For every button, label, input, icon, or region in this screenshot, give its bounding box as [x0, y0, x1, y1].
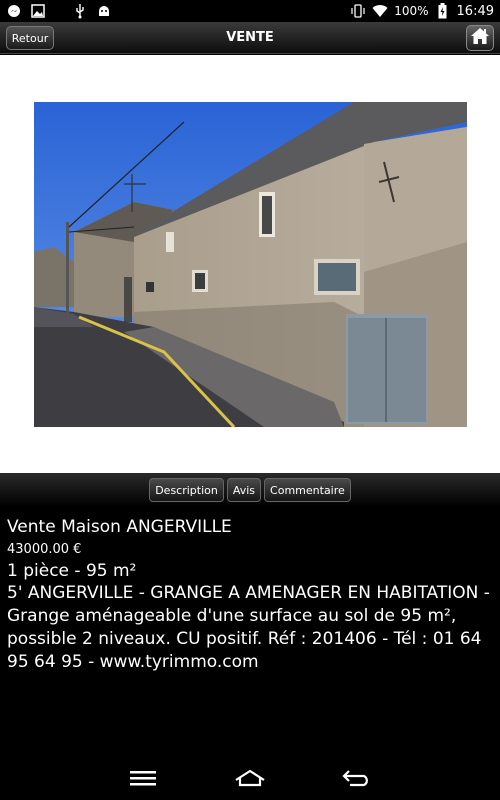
back-button[interactable]: Retour: [6, 26, 54, 50]
usb-icon: [72, 3, 88, 19]
battery-icon: [435, 3, 451, 19]
battery-percentage: 100%: [394, 4, 429, 18]
tab-avis[interactable]: Avis: [226, 478, 262, 502]
home-icon: [470, 27, 490, 49]
wifi-icon: [372, 3, 388, 19]
menu-icon: [130, 770, 157, 790]
back-arrow-icon: [342, 769, 372, 791]
listing-title: Vente Maison ANGERVILLE: [7, 517, 232, 537]
tab-description[interactable]: Description: [149, 478, 224, 502]
messenger-icon: [6, 3, 22, 19]
listing-price: 43000.00 €: [7, 542, 82, 557]
clock: 16:49: [456, 3, 494, 19]
photo-area: [0, 55, 500, 473]
status-bar: 100% 16:49: [0, 0, 500, 22]
tab-strip: Description Avis Commentaire: [0, 473, 500, 507]
back-nav-button[interactable]: [337, 765, 377, 795]
android-debug-icon: [96, 3, 112, 19]
page-title: VENTE: [226, 30, 274, 45]
vibrate-icon: [350, 3, 366, 19]
image-icon: [30, 3, 46, 19]
home-button[interactable]: [466, 25, 494, 51]
listing-rooms: 1 pièce - 95 m²: [7, 561, 137, 581]
system-nav-bar: [0, 760, 500, 800]
listing-description: 5' ANGERVILLE - GRANGE A AMENAGER EN HAB…: [7, 583, 490, 672]
listing-details: Vente Maison ANGERVILLE 43000.00 € 1 piè…: [7, 515, 495, 674]
menu-button[interactable]: [123, 765, 163, 795]
title-bar: Retour VENTE: [0, 22, 500, 54]
home-nav-button[interactable]: [230, 765, 270, 795]
home-outline-icon: [234, 769, 266, 791]
property-photo[interactable]: [34, 102, 467, 427]
tab-commentaire[interactable]: Commentaire: [264, 478, 351, 502]
